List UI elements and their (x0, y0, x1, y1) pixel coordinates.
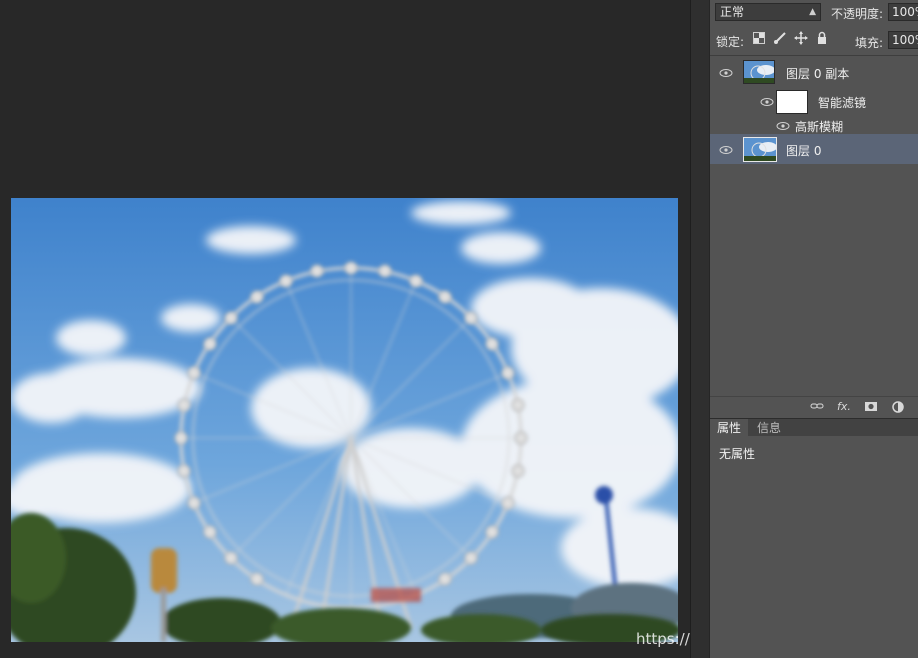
fill-label: 填充: (855, 36, 884, 50)
visibility-eye-icon[interactable] (719, 67, 733, 77)
lock-options (752, 31, 829, 45)
select-arrows-icon: ▲ (809, 7, 816, 17)
fill-input[interactable]: 100% (888, 31, 918, 49)
properties-panel-body: 无属性 (710, 436, 918, 658)
lock-image-pixels-icon[interactable] (773, 31, 787, 45)
layers-options-bar: 正常 ▲ 不透明度: 100% 锁定: 填充: 100% (710, 0, 918, 56)
gaussian-blur-filter[interactable]: 高斯模糊 (795, 118, 843, 135)
lock-all-icon[interactable] (815, 31, 829, 45)
properties-tab-bar: 属性 信息 (710, 418, 918, 437)
ferris-wheel-photo (11, 198, 678, 642)
lock-label: 锁定: (716, 35, 745, 49)
layer-thumbnail (743, 60, 775, 84)
tab-properties[interactable]: 属性 (710, 419, 749, 437)
layer-thumbnail (743, 137, 777, 162)
panel-divider[interactable] (690, 0, 710, 658)
opacity-label: 不透明度: (831, 7, 884, 21)
layer-row-layer0[interactable]: 图层 0 (710, 134, 918, 164)
canvas-area[interactable]: https://blog.csdn.net/weixin_46333218 (0, 0, 918, 658)
blend-mode-select[interactable]: 正常 ▲ (715, 3, 821, 21)
lock-transparent-pixels-icon[interactable] (752, 31, 766, 45)
visibility-eye-icon[interactable] (719, 144, 733, 154)
tab-info[interactable]: 信息 (750, 419, 788, 437)
lock-position-icon[interactable] (794, 31, 808, 45)
document-image-ferris-wheel[interactable] (11, 198, 678, 642)
layer-row-layer0-copy[interactable]: 图层 0 副本 智能滤镜 高斯模糊 (710, 56, 918, 134)
opacity-input[interactable]: 100% (888, 3, 918, 21)
blend-mode-value: 正常 (720, 5, 745, 19)
layer-name: 图层 0 副本 (786, 67, 850, 81)
no-properties-text: 无属性 (719, 447, 756, 461)
smart-filters-label: 智能滤镜 (818, 96, 867, 110)
fx-icon[interactable]: fx. (837, 400, 851, 413)
layers-list: 图层 0 副本 智能滤镜 高斯模糊 图层 0 (710, 56, 918, 396)
smart-filters-eye-icon[interactable] (760, 96, 774, 106)
layers-panel: 正常 ▲ 不透明度: 100% 锁定: 填充: 100% (709, 0, 918, 658)
link-icon[interactable] (810, 401, 824, 414)
smart-filter-mask-thumbnail[interactable] (776, 90, 808, 114)
filter-eye-icon[interactable] (776, 120, 790, 130)
layers-footer-toolbar: fx. (710, 396, 918, 419)
mask-icon[interactable] (864, 401, 878, 415)
layer-name: 图层 0 (786, 144, 822, 158)
adjustment-icon[interactable] (891, 401, 905, 416)
